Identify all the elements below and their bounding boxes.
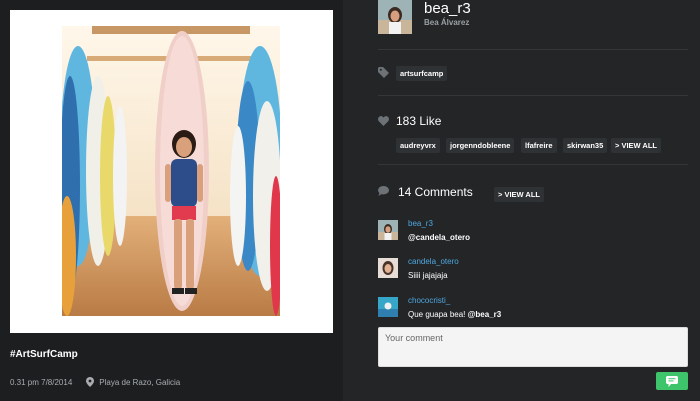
divider <box>378 49 688 50</box>
tag-icon <box>378 67 389 78</box>
commenter-avatar[interactable] <box>378 258 398 278</box>
avatar <box>378 0 412 34</box>
likes-count[interactable]: 183 Like <box>396 114 441 128</box>
liker-chip[interactable]: skirwan35 <box>563 138 608 153</box>
avatar <box>378 220 398 240</box>
comment-body: Siiii jajajaja <box>408 271 448 280</box>
commenter-avatar[interactable] <box>378 297 398 317</box>
chat-send-icon <box>666 375 678 387</box>
comment-body: @candela_otero <box>408 233 471 242</box>
comment-username[interactable]: bea_r3 <box>408 219 433 228</box>
post-media-panel: #ArtSurfCamp 0.31 pm 7/8/2014 Playa de R… <box>0 0 343 401</box>
photo-frame <box>10 10 333 333</box>
surf-shop-photo <box>62 26 280 316</box>
view-all-comments-button[interactable]: > VIEW ALL <box>494 187 545 202</box>
avatar <box>378 297 398 317</box>
liker-chip[interactable]: jorgenndobleene <box>446 138 515 153</box>
send-comment-button[interactable] <box>656 372 688 390</box>
comment-username[interactable]: chococristi_ <box>408 296 450 305</box>
avatar <box>378 258 398 278</box>
comment-text: @candela_otero <box>408 233 470 242</box>
comment-input[interactable] <box>378 327 688 367</box>
comment-text: Que guapa bea! @bea_r3 <box>408 310 501 319</box>
post-photo[interactable] <box>62 26 280 316</box>
comment-body: Que guapa bea! <box>408 310 468 319</box>
author-realname: Bea Álvarez <box>424 18 470 27</box>
liker-chip[interactable]: lfafreire <box>521 138 557 153</box>
author-avatar[interactable] <box>378 0 412 34</box>
heart-icon[interactable] <box>378 116 389 126</box>
comment-username[interactable]: candela_otero <box>408 257 459 266</box>
speech-bubble-icon <box>378 186 389 196</box>
post-location[interactable]: Playa de Razo, Galicia <box>99 378 180 387</box>
post-datetime: 0.31 pm 7/8/2014 <box>10 377 73 387</box>
liker-chip[interactable]: audreyvrx <box>396 138 440 153</box>
view-all-likes-button[interactable]: > VIEW ALL <box>611 138 662 153</box>
post-caption: #ArtSurfCamp <box>10 349 78 360</box>
commenter-avatar[interactable] <box>378 220 398 240</box>
post-meta: 0.31 pm 7/8/2014 Playa de Razo, Galicia <box>10 377 180 387</box>
author-username[interactable]: bea_r3 <box>424 0 471 17</box>
pin-icon <box>86 377 95 387</box>
divider <box>378 95 688 96</box>
tag-chip[interactable]: artsurfcamp <box>396 66 448 81</box>
comments-count: 14 Comments <box>398 185 473 199</box>
divider <box>378 164 688 165</box>
comment-mention[interactable]: @bea_r3 <box>468 310 502 319</box>
